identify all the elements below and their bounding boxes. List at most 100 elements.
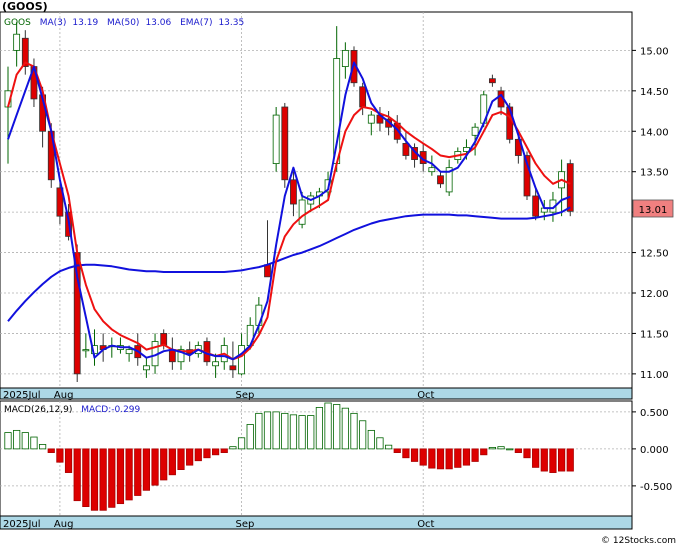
macd-bar-negative <box>125 448 133 501</box>
price-x-label: Sep <box>236 390 255 401</box>
price-legend: GOOS MA(3) 13.19 MA(50) 13.06 EMA(7) 13.35 <box>4 18 244 28</box>
macd-bar-negative <box>134 448 142 496</box>
price-tick-label: 11.00 <box>640 370 669 381</box>
macd-bar-negative <box>540 448 548 472</box>
last-price-label: 13.01 <box>639 205 668 216</box>
candle-body-down <box>168 349 176 363</box>
candle-body-up <box>428 167 436 173</box>
macd-bar-positive <box>307 415 315 450</box>
macd-bar-negative <box>523 448 531 459</box>
macd-bar-negative <box>454 448 462 468</box>
macd-bar-positive <box>359 420 367 450</box>
macd-bar-positive <box>30 436 38 450</box>
macd-bar-negative <box>211 448 220 456</box>
macd-x-label: Oct <box>417 519 434 530</box>
price-tick-label: 12.00 <box>640 289 669 300</box>
candle-body-up <box>212 361 220 367</box>
candle-body-up <box>341 49 349 67</box>
macd-bar-positive <box>506 448 514 451</box>
candle-body-up <box>142 365 150 371</box>
candle-body-down <box>281 106 289 181</box>
macd-bar-negative <box>428 448 436 469</box>
candle-body-down <box>402 142 410 156</box>
macd-bar-positive <box>281 412 289 450</box>
macd-bar-negative <box>64 448 73 473</box>
candle-body-up <box>82 349 90 352</box>
macd-bar-negative <box>558 448 566 472</box>
candle-body-down <box>488 78 496 84</box>
macd-bar-positive <box>13 429 21 450</box>
macd-legend: MACD(26,12,9) MACD:-0.299 <box>4 405 141 415</box>
price-tick-label: 14.50 <box>640 87 669 98</box>
macd-bar-negative <box>73 448 81 502</box>
stock-chart: 11.0011.5012.0012.5013.0013.5014.0014.50… <box>0 0 680 546</box>
macd-bar-negative <box>532 448 540 468</box>
candle-body-down <box>160 333 168 346</box>
macd-x-axis-band <box>0 515 633 530</box>
macd-bar-negative <box>462 448 471 466</box>
candle-body-up <box>13 33 21 51</box>
macd-bar-positive <box>21 432 29 450</box>
macd-bar-negative <box>90 448 99 511</box>
macd-bar-negative <box>116 448 125 505</box>
macd-bar-positive <box>341 407 349 450</box>
macd-bar-positive <box>272 411 280 450</box>
candle-body-down <box>532 195 540 217</box>
macd-legend-value: -0.299 <box>111 405 140 415</box>
macd-bar-negative <box>108 448 116 508</box>
macd-bar-negative <box>99 448 107 511</box>
macd-bar-negative <box>566 448 574 472</box>
legend-symbol: GOOS <box>4 18 31 28</box>
macd-bar-negative <box>82 448 90 508</box>
macd-bar-negative <box>514 448 522 453</box>
macd-bar-positive <box>237 437 246 450</box>
macd-bar-positive <box>298 415 306 450</box>
candle <box>281 102 289 188</box>
macd-bar-negative <box>410 448 419 462</box>
candle-body-down <box>437 175 444 185</box>
macd-bar-negative <box>203 448 211 459</box>
price-tick-label: 12.50 <box>640 249 669 260</box>
macd-bar-negative <box>393 448 401 453</box>
macd-tick-label: -0.500 <box>640 482 672 493</box>
macd-bar-negative <box>194 448 202 462</box>
candle-body-down <box>264 264 271 278</box>
macd-bar-negative <box>142 448 150 491</box>
macd-bar-positive <box>246 424 254 450</box>
price-x-label: 2025Jul <box>3 390 41 401</box>
candle-body-up <box>272 114 280 165</box>
macd-x-label: 2025Jul <box>3 519 41 530</box>
macd-bar-positive <box>333 404 341 450</box>
macd-bar-negative <box>160 448 168 481</box>
macd-bar-negative <box>419 448 427 466</box>
price-tick-label: 15.00 <box>640 46 669 57</box>
macd-bar-positive <box>324 402 332 450</box>
price-tick-label: 13.50 <box>640 168 669 179</box>
legend-ema7-value: 13.35 <box>218 18 244 28</box>
price-x-axis-band <box>0 387 633 400</box>
macd-bar-negative <box>549 448 557 473</box>
macd-bar-negative <box>56 448 64 463</box>
candle-body-down <box>229 365 237 371</box>
macd-bar-negative <box>402 448 410 459</box>
legend-ma50-label: MA(50) <box>107 18 139 28</box>
chart-title: (GOOS) <box>2 0 48 13</box>
macd-bar-negative <box>177 448 185 471</box>
macd-legend-label: MACD(26,12,9) <box>4 405 72 415</box>
macd-bar-positive <box>367 429 375 450</box>
macd-bar-positive <box>384 444 393 450</box>
macd-bar-negative <box>186 448 194 466</box>
macd-bar-negative <box>151 448 159 486</box>
candle-body-up <box>367 114 375 124</box>
macd-bar-positive <box>497 446 505 450</box>
macd-bar-negative <box>471 448 479 462</box>
legend-ema7-label: EMA(7) <box>180 18 212 28</box>
macd-bar-negative <box>445 448 453 470</box>
macd-bar-positive <box>4 432 12 450</box>
macd-bar-negative <box>168 448 176 476</box>
macd-bar-positive <box>488 446 497 450</box>
macd-bar-positive <box>315 407 324 450</box>
macd-x-label: Aug <box>54 519 74 530</box>
footer-credit: © 12Stocks.com <box>601 536 676 546</box>
macd-bar-negative <box>220 448 228 453</box>
